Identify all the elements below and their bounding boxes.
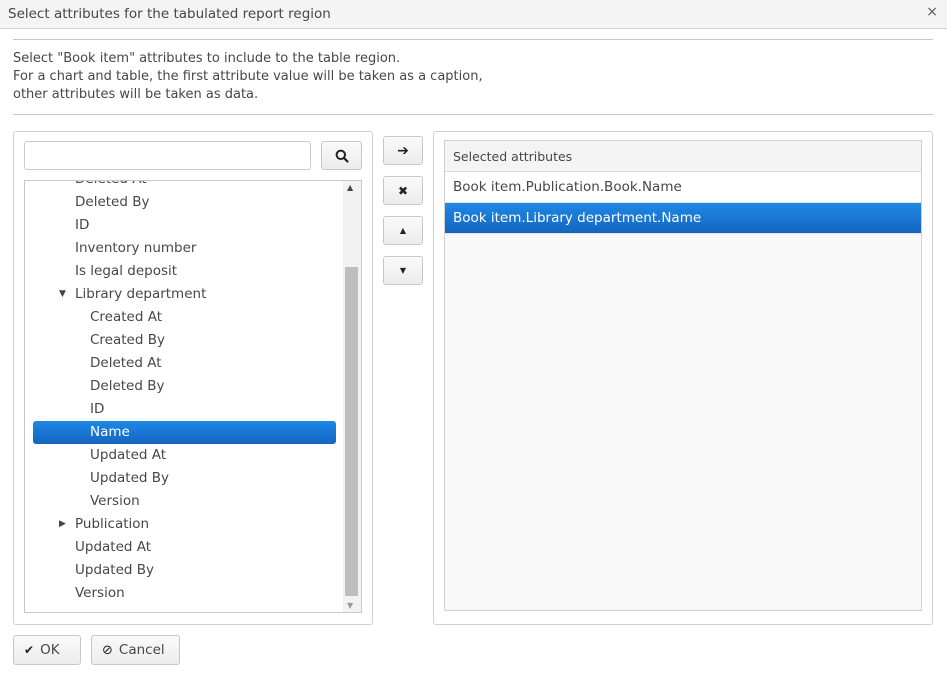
tree-item[interactable]: ▶ Publication [25, 513, 343, 536]
tree-item[interactable]: Version [25, 582, 343, 605]
caret-up-icon: ▲ [399, 226, 407, 235]
ok-button[interactable]: ✔ OK [13, 635, 81, 665]
tree-item[interactable]: Deleted By [25, 375, 343, 398]
remove-icon: ✖ [397, 183, 409, 198]
attributes-tree[interactable]: Deleted At Deleted By ID Inventory number Is… [24, 180, 362, 613]
tree-item-label: Created At [90, 309, 163, 325]
tree-item-label: Inventory number [75, 240, 197, 256]
cancel-button[interactable]: ⊘ Cancel [91, 635, 180, 665]
close-icon[interactable]: × [926, 4, 938, 20]
tree-item[interactable]: Deleted At [25, 181, 343, 191]
tree-item-label: Deleted At [90, 355, 162, 371]
tree-item-label: Name [90, 424, 130, 440]
tree-item[interactable]: Created By [25, 329, 343, 352]
tree-item[interactable]: Created At [25, 306, 343, 329]
cancel-label: Cancel [118, 642, 165, 658]
scroll-down-icon[interactable]: ▼ [347, 601, 353, 610]
tree-item-label: Publication [75, 516, 150, 532]
description-line: other attributes will be taken as data. [13, 87, 259, 102]
tree-item-label: Updated By [75, 562, 155, 578]
dialog-title: Select attributes for the tabulated repo… [8, 6, 331, 22]
description-line: Select "Book item" attributes to include… [13, 51, 401, 66]
caret-down-icon: ▼ [399, 266, 407, 275]
tree-item-label: Updated At [90, 447, 167, 463]
arrow-right-icon: ➔ [397, 142, 409, 159]
tree-item[interactable]: Deleted By [25, 191, 343, 214]
tree-item-label: ID [90, 401, 105, 417]
description-line: For a chart and table, the first attribu… [13, 69, 483, 84]
search-icon [335, 149, 349, 163]
tree-item-label: Version [90, 493, 140, 509]
selected-attributes-header: Selected attributes [445, 141, 921, 172]
selected-attribute-row[interactable]: Book item.Library department.Name [445, 203, 921, 234]
tree-item[interactable]: Updated By [25, 467, 343, 490]
tree-item-label: Library department [75, 286, 207, 302]
dialog-header: Select attributes for the tabulated repo… [0, 0, 947, 29]
tree-item-label: ID [75, 217, 90, 233]
tree-item[interactable]: Updated At [25, 536, 343, 559]
tree-item-label: Deleted At [75, 181, 147, 191]
tree-item[interactable]: ID [25, 214, 343, 237]
tree-item[interactable]: Updated By [25, 559, 343, 582]
tree-item[interactable]: ▼ Library department [25, 283, 343, 306]
tree-item[interactable]: Updated At [25, 444, 343, 467]
move-up-button[interactable]: ▲ [383, 216, 423, 245]
tree-item-label: Created By [90, 332, 165, 348]
tree-item[interactable]: Version [25, 490, 343, 513]
search-input[interactable] [24, 141, 311, 170]
tree-scrollbar[interactable]: ▲ ▼ [343, 181, 361, 612]
check-icon: ✔ [24, 643, 35, 657]
search-button[interactable] [321, 141, 362, 170]
tree-item[interactable]: ID [25, 398, 343, 421]
scroll-up-icon[interactable]: ▲ [347, 183, 353, 192]
selected-attribute-row[interactable]: Book item.Publication.Book.Name [445, 172, 921, 203]
tree-item-label: Version [75, 585, 125, 601]
tree-item-label: Updated By [90, 470, 170, 486]
caret-right-icon[interactable]: ▶ [59, 513, 66, 536]
move-down-button[interactable]: ▼ [383, 256, 423, 285]
caret-down-icon[interactable]: ▼ [59, 283, 66, 306]
tree-item-label: Is legal deposit [75, 263, 178, 279]
tree-item[interactable]: Inventory number [25, 237, 343, 260]
scroll-thumb[interactable] [345, 267, 358, 596]
tree-item-label: Deleted By [75, 194, 150, 210]
ban-icon: ⊘ [102, 642, 113, 658]
tree-item[interactable]: Is legal deposit [25, 260, 343, 283]
tree-item[interactable]: Name [33, 421, 336, 444]
divider-bottom [13, 114, 933, 115]
description: Select "Book item" attributes to include… [13, 50, 483, 104]
divider-top [13, 39, 933, 40]
tree-item[interactable]: Deleted At [25, 352, 343, 375]
remove-attribute-button[interactable]: ✖ [383, 176, 423, 205]
tree-item-label: Updated At [75, 539, 152, 555]
ok-label: OK [40, 642, 60, 658]
add-attribute-button[interactable]: ➔ [383, 136, 423, 165]
selected-attributes-table: Selected attributes Book item.Publicatio… [444, 140, 922, 611]
tree-item-label: Deleted By [90, 378, 165, 394]
